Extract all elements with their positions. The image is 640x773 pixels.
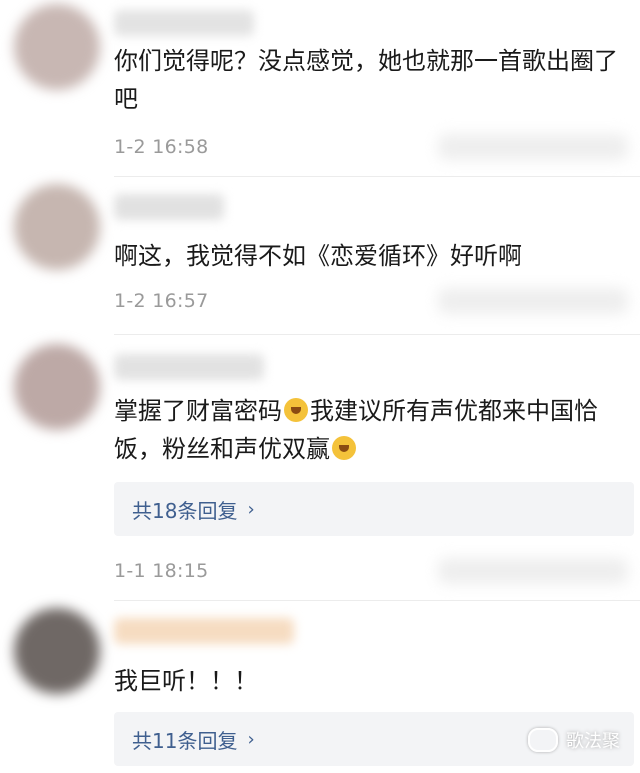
comment-actions-blurred[interactable]: [438, 558, 628, 584]
avatar[interactable]: [14, 184, 100, 270]
divider: [114, 334, 640, 335]
comment-text: 啊这，我觉得不如《恋爱循环》好听啊: [114, 242, 522, 270]
replies-label: 共18条回复: [132, 498, 238, 523]
divider: [114, 176, 640, 177]
shocked-face-emoji-icon: [332, 436, 356, 460]
replies-label: 共11条回复: [132, 728, 238, 753]
avatar[interactable]: [14, 4, 100, 90]
watermark: 歌法聚: [528, 727, 620, 753]
comment-text: 我巨听！！！: [114, 667, 258, 695]
watermark-text: 歌法聚: [566, 731, 620, 752]
username-blurred[interactable]: [114, 194, 224, 220]
replies-button[interactable]: 共18条回复 ›: [114, 482, 634, 536]
chevron-right-icon: ›: [247, 728, 255, 750]
comment-text: 你们觉得呢？没点感觉，她也就那一首歌出圈了吧: [114, 47, 618, 113]
username-blurred[interactable]: [114, 618, 294, 644]
comment-text-part: 掌握了财富密码: [114, 397, 282, 425]
comment-timestamp: 1-1 18:15: [114, 560, 209, 582]
comment-timestamp: 1-2 16:57: [114, 290, 209, 312]
username-blurred[interactable]: [114, 10, 254, 36]
chevron-right-icon: ›: [247, 498, 255, 520]
smirk-face-emoji-icon: [284, 398, 308, 422]
avatar[interactable]: [14, 344, 100, 430]
comment-timestamp: 1-2 16:58: [114, 136, 209, 158]
divider: [114, 600, 640, 601]
comment-text: 掌握了财富密码 我建议所有声优都来中国恰饭，粉丝和声优双赢: [114, 392, 624, 468]
comment-actions-blurred[interactable]: [438, 288, 628, 314]
wechat-icon: [528, 728, 558, 752]
avatar[interactable]: [14, 608, 100, 694]
comment-actions-blurred[interactable]: [438, 134, 628, 160]
username-blurred[interactable]: [114, 354, 264, 380]
